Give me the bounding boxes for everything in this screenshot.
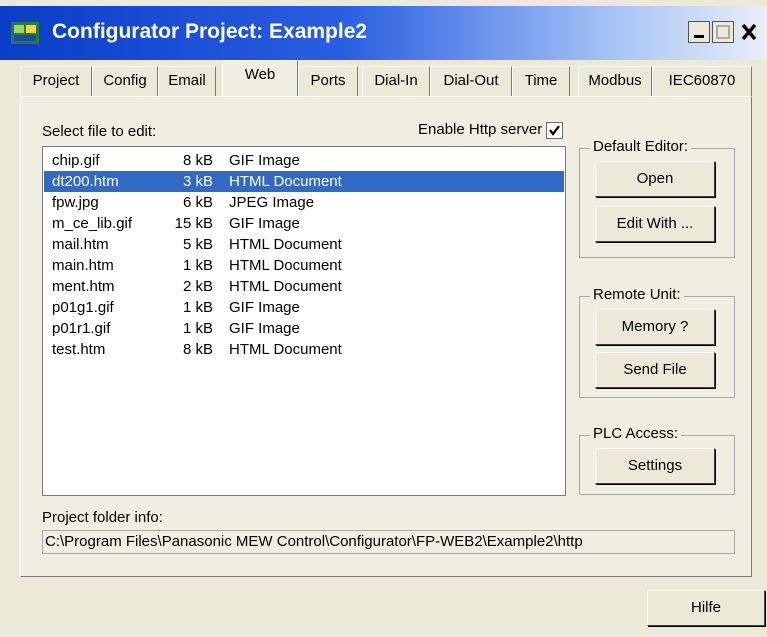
file-type: HTML Document [229, 236, 342, 253]
file-row-selected[interactable]: dt200.htm 3 kB HTML Document [44, 171, 564, 192]
file-size: 2 kB [182, 278, 213, 295]
file-size: 5 kB [182, 236, 213, 253]
file-size: 6 kB [182, 194, 213, 211]
remote-unit-title: Remote Unit: [590, 286, 684, 303]
tab-email[interactable]: Email [158, 66, 216, 96]
minimize-button[interactable] [688, 21, 710, 43]
project-folder-label: Project folder info: [42, 509, 163, 526]
file-size: 3 kB [182, 173, 213, 190]
file-size: 1 kB [182, 299, 213, 316]
file-name: test.htm [52, 341, 106, 358]
file-type: HTML Document [229, 341, 342, 358]
file-size: 1 kB [182, 257, 213, 274]
default-editor-title: Default Editor: [590, 138, 692, 155]
app-icon [10, 18, 40, 48]
tab-time[interactable]: Time [512, 66, 570, 96]
file-name: p01g1.gif [52, 299, 114, 316]
file-type: GIF Image [229, 299, 300, 316]
configurator-window: Configurator Project: Example2 Project C… [0, 0, 767, 637]
file-type: HTML Document [229, 257, 342, 274]
file-type: GIF Image [229, 320, 300, 337]
file-name: fpw.jpg [52, 194, 99, 211]
file-type: GIF Image [229, 152, 300, 169]
file-size: 8 kB [182, 341, 213, 358]
maximize-button[interactable] [712, 21, 734, 43]
file-type: HTML Document [229, 173, 342, 190]
file-type: HTML Document [229, 278, 342, 295]
tab-project[interactable]: Project [20, 66, 92, 96]
plc-access-title: PLC Access: [590, 425, 682, 442]
tab-ports[interactable]: Ports [298, 66, 358, 96]
tab-config[interactable]: Config [92, 66, 158, 96]
title-bar[interactable]: Configurator Project: Example2 [0, 6, 767, 60]
settings-button[interactable]: Settings [595, 448, 715, 484]
help-button[interactable]: Hilfe [647, 590, 765, 626]
enable-http-label: Enable Http server [418, 121, 543, 138]
file-type: GIF Image [229, 215, 300, 232]
file-size: 8 kB [182, 152, 213, 169]
checkmark-icon [549, 125, 560, 136]
file-name: main.htm [52, 257, 114, 274]
edit-with-button[interactable]: Edit With ... [595, 206, 715, 242]
file-list[interactable]: chip.gif 8 kB GIF Image dt200.htm 3 kB H… [42, 146, 566, 496]
file-size: 1 kB [182, 320, 213, 337]
open-button[interactable]: Open [595, 161, 715, 197]
send-file-button[interactable]: Send File [595, 352, 715, 388]
project-folder-path: C:\Program Files\Panasonic MEW Control\C… [42, 530, 735, 554]
file-name: dt200.htm [52, 173, 119, 190]
file-name: p01r1.gif [52, 320, 111, 337]
tab-dial-in[interactable]: Dial-In [362, 66, 430, 96]
file-name: ment.htm [52, 278, 115, 295]
file-size: 15 kB [174, 215, 213, 232]
select-file-label: Select file to edit: [42, 123, 157, 140]
tab-web[interactable]: Web [222, 60, 298, 96]
window-title: Configurator Project: Example2 [52, 20, 368, 43]
memory-button[interactable]: Memory ? [595, 309, 715, 345]
file-name: mail.htm [52, 236, 109, 253]
file-name: chip.gif [52, 152, 100, 169]
tab-modbus[interactable]: Modbus [578, 66, 652, 96]
tab-dial-out[interactable]: Dial-Out [430, 66, 512, 96]
enable-http-checkbox[interactable] [546, 122, 563, 139]
close-button[interactable] [736, 21, 766, 43]
file-name: m_ce_lib.gif [52, 215, 133, 232]
file-type: JPEG Image [229, 194, 315, 211]
tab-iec60870[interactable]: IEC60870 [652, 66, 752, 96]
